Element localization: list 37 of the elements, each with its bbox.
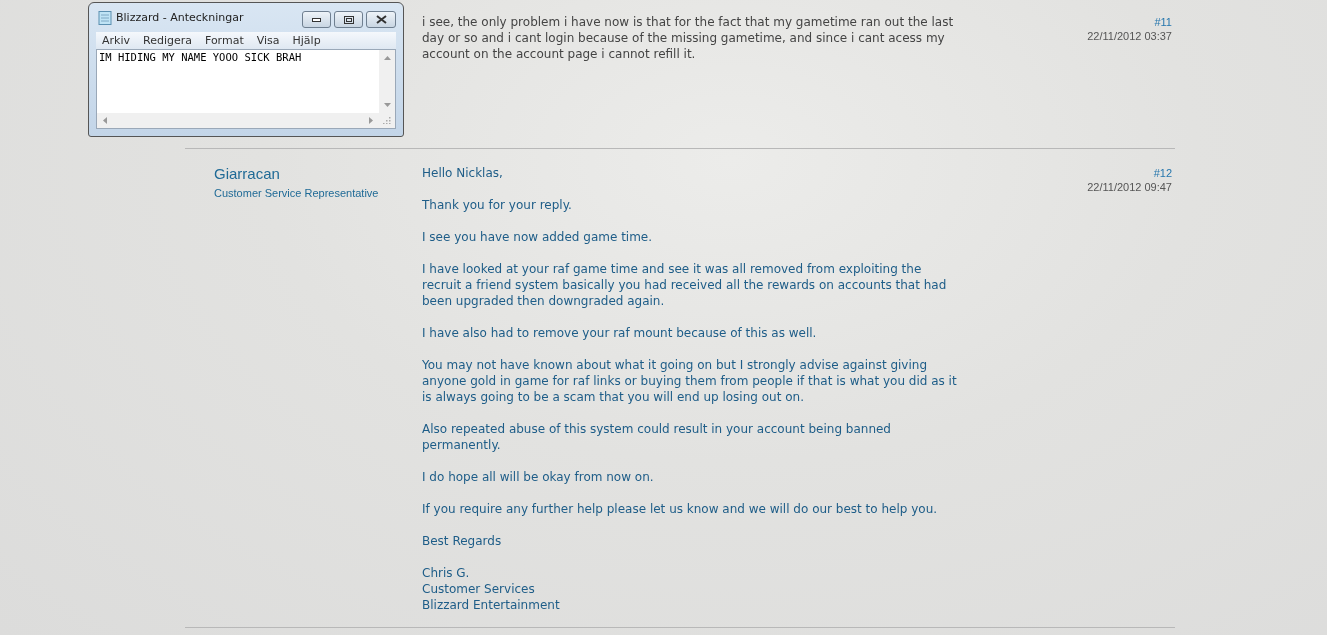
post-paragraph: Thank you for your reply. (422, 197, 573, 213)
menu-item[interactable]: Redigera (143, 34, 192, 47)
post-number-link[interactable]: #12 (1153, 167, 1172, 179)
post-paragraph: You may not have known about what it going on but I strongly advise against giving anyone gold in game for raf links or buying them from people if that is what you did as it is always going to be a scam that you will end up losing out on. (422, 357, 958, 405)
restore-icon (343, 15, 354, 24)
post-paragraph: I have also had to remove your raf mount because of this as well. (422, 325, 818, 341)
post-paragraph: Best Regards (422, 533, 503, 549)
post-date: 22/11/2012 03:37 (1087, 30, 1172, 42)
menu-item[interactable]: Visa (256, 34, 280, 47)
maximize-button[interactable] (334, 11, 363, 28)
close-button[interactable] (366, 11, 396, 28)
menu-item[interactable]: Hjälp (292, 34, 321, 47)
menu-item[interactable]: Format (204, 34, 244, 47)
author-name[interactable]: Giarracan (214, 165, 422, 182)
horizontal-scrollbar[interactable] (97, 113, 379, 128)
author-role: Customer Service Representative (214, 187, 380, 199)
menu-item[interactable]: Arkiv (102, 34, 130, 47)
post-paragraph: Hello Nicklas, (422, 165, 504, 181)
post-paragraph: i see, the only problem i have now is that for the fact that my gametime ran out the last day or so and i cant login because of the missing gametime, and since i cant acess my account on the account page i cannot refill it. (422, 14, 955, 62)
post-paragraph: I do hope all will be okay from now on. (422, 469, 655, 485)
post-date: 22/11/2012 09:47 (1087, 181, 1172, 193)
minimize-icon (312, 17, 321, 22)
scroll-down-icon (383, 103, 391, 107)
minimize-button[interactable] (302, 11, 331, 28)
post-paragraph: If you require any further help please let us know and we will do our best to help you. (422, 501, 939, 517)
notepad-icon (98, 10, 112, 25)
scroll-right-icon (369, 117, 373, 124)
scroll-up-icon (383, 56, 391, 60)
scroll-left-icon (103, 117, 107, 124)
vertical-scrollbar[interactable] (379, 50, 395, 113)
post-paragraph: Chris G. Customer Services Blizzard Entertainment (422, 565, 561, 613)
post-paragraph: I have looked at your raf game time and see it was all removed from exploiting the recruit a friend system basically you had received all the rewards on accounts that had been upgraded then downgraded again. (422, 261, 948, 309)
post-number-link[interactable]: #11 (1154, 16, 1172, 28)
window-title: Blizzard - Anteckningar (116, 11, 244, 24)
post-paragraph: I see you have now added game time. (422, 229, 654, 245)
close-icon (375, 15, 387, 24)
post-paragraph: Also repeated abuse of this system could result in your account being banned permanently. (422, 421, 892, 453)
